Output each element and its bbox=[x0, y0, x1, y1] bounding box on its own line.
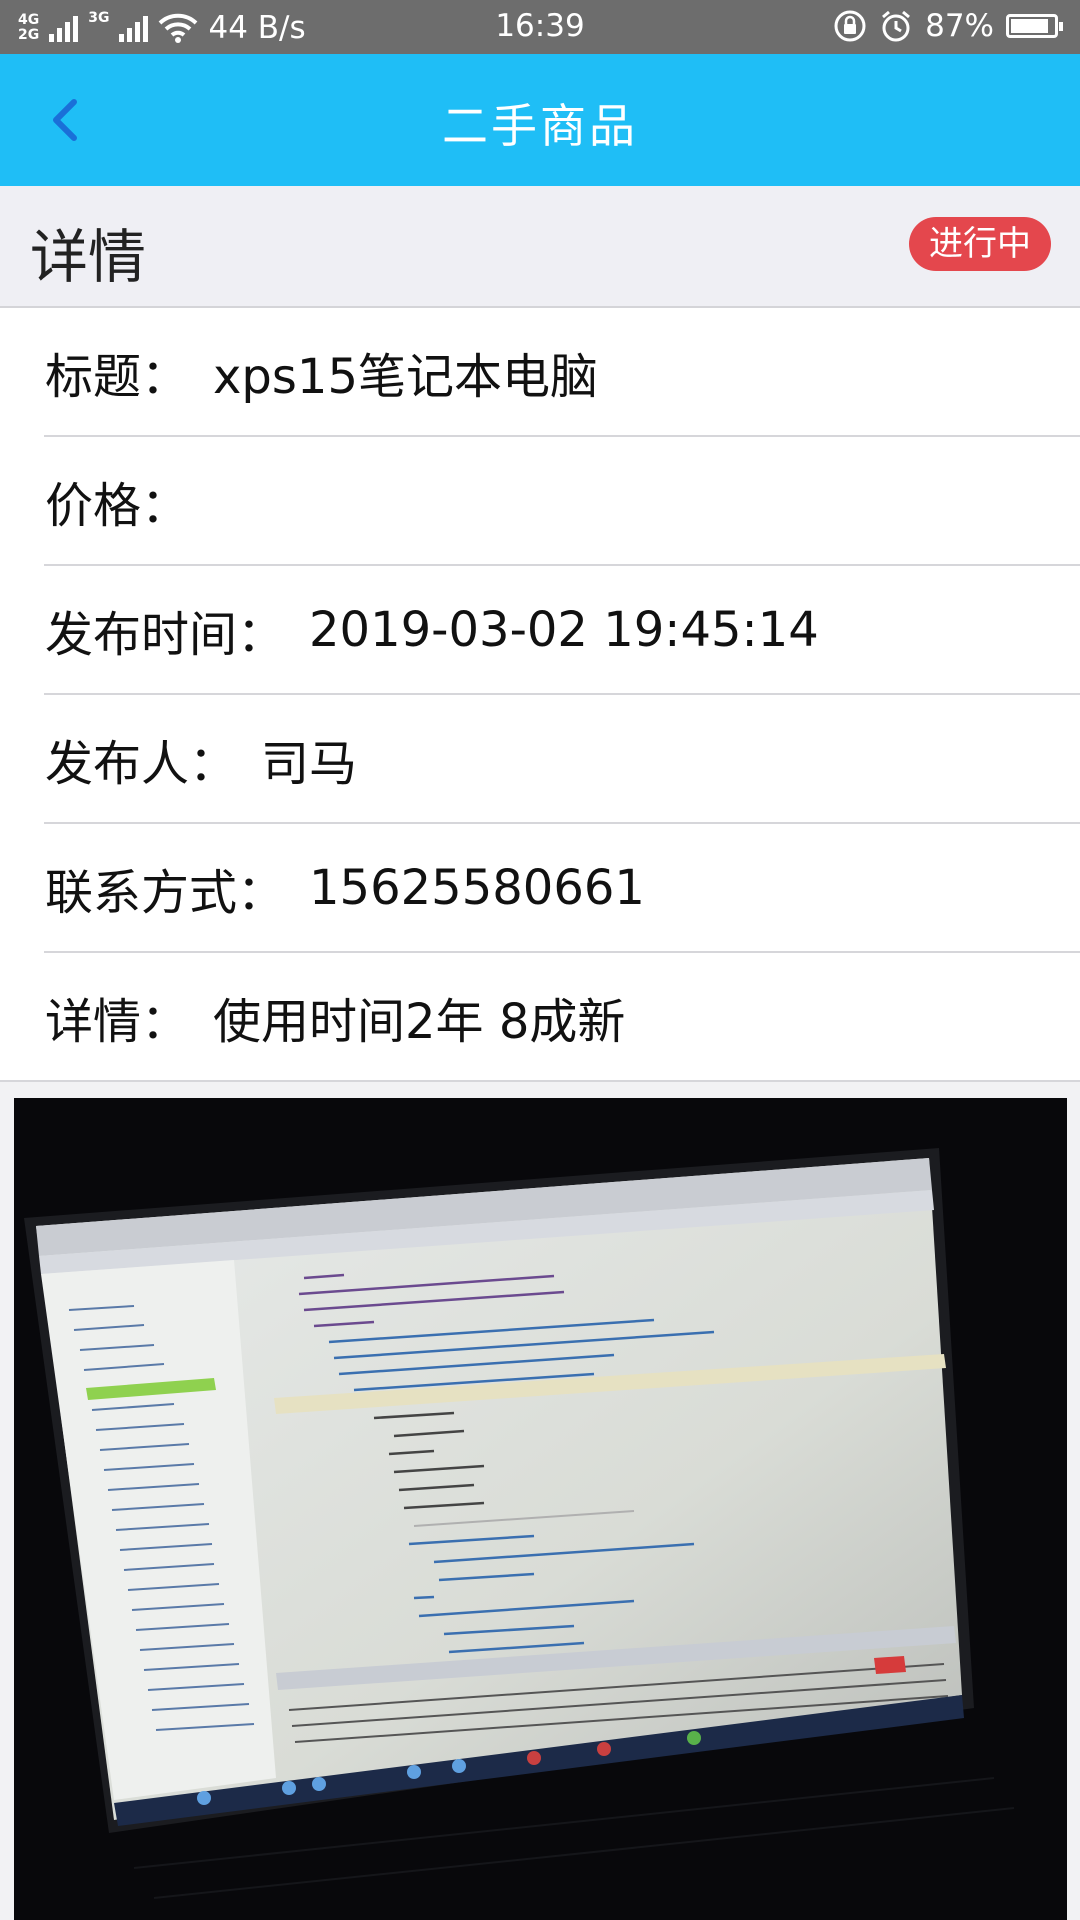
detail-label: 发布时间： bbox=[45, 607, 286, 663]
detail-row-publisher: 发布人： 司马 bbox=[0, 695, 1080, 823]
alarm-icon bbox=[882, 10, 911, 42]
detail-row-contact: 联系方式： 15625580661 bbox=[0, 824, 1080, 952]
detail-row-description: 详情： 使用时间2年 8成新 bbox=[0, 953, 1080, 1081]
status-right: 87% bbox=[833, 8, 1063, 44]
detail-row-title: 标题： xps15笔记本电脑 bbox=[0, 308, 1080, 436]
section-title: 详情 bbox=[30, 223, 147, 291]
detail-value: 15625580661 bbox=[309, 860, 645, 916]
detail-value: xps15笔记本电脑 bbox=[213, 349, 598, 405]
detail-value: 司马 bbox=[261, 736, 358, 792]
detail-value: 使用时间2年 8成新 bbox=[213, 994, 626, 1050]
detail-label: 详情： bbox=[45, 994, 190, 1050]
product-photo[interactable] bbox=[14, 1098, 1067, 1920]
app-header: 二手商品 bbox=[0, 54, 1080, 186]
battery-icon bbox=[1006, 14, 1063, 38]
page-title: 二手商品 bbox=[442, 99, 638, 153]
battery-percent: 87% bbox=[925, 8, 994, 44]
detail-row-price: 价格： bbox=[0, 437, 1080, 565]
detail-label: 标题： bbox=[45, 349, 190, 405]
laptop-screen-image bbox=[14, 1098, 1067, 1920]
detail-label: 发布人： bbox=[45, 736, 238, 792]
rotation-lock-icon bbox=[834, 10, 866, 42]
detail-value: 2019-03-02 19:45:14 bbox=[309, 602, 819, 658]
detail-label: 价格： bbox=[45, 478, 190, 534]
status-badge: 进行中 bbox=[909, 217, 1051, 271]
detail-list: 标题： xps15笔记本电脑 价格： 发布时间： 2019-03-02 19:4… bbox=[0, 308, 1080, 1080]
battery-fill bbox=[1011, 19, 1048, 33]
list-bottom-border bbox=[0, 1080, 1080, 1082]
detail-row-publish-time: 发布时间： 2019-03-02 19:45:14 bbox=[0, 566, 1080, 694]
detail-label: 联系方式： bbox=[45, 865, 286, 921]
detail-section-header: 详情 进行中 bbox=[0, 186, 1080, 308]
status-bar: 4G 2G 3G 44 B/s 16:39 87% bbox=[0, 0, 1080, 54]
